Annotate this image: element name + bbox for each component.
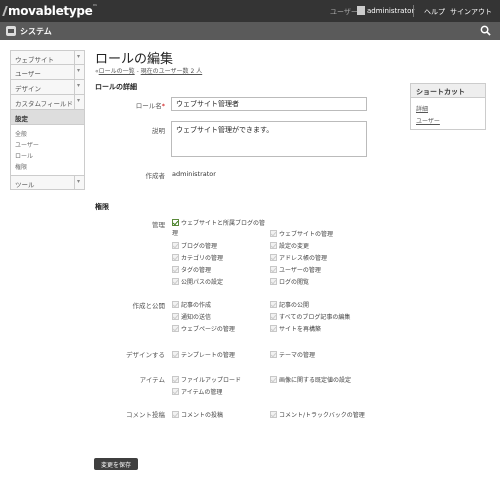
perm-checkbox[interactable]: コメント/トラックバックの管理 [270, 410, 365, 419]
perm-checkbox[interactable]: ログの閲覧 [270, 277, 309, 286]
perm-checkbox[interactable]: 記事の作成 [172, 300, 211, 309]
settings-submenu: 全般 ユーザー ロール 権限 [10, 125, 85, 175]
chevron-down-icon[interactable] [74, 65, 84, 79]
checkbox[interactable] [270, 376, 277, 383]
perm-group-design: デザインする [126, 351, 165, 359]
user-label: ユーザー [330, 8, 358, 16]
checkbox[interactable] [172, 325, 179, 332]
role-list-link[interactable]: ロールの一覧 [99, 68, 135, 75]
checkbox[interactable] [172, 376, 179, 383]
perm-checkbox[interactable]: カテゴリの管理 [172, 253, 223, 262]
avatar-icon [357, 6, 365, 15]
checkbox[interactable] [172, 301, 179, 308]
checkbox[interactable] [270, 254, 277, 261]
description-textarea[interactable]: ウェブサイト管理ができます。 [171, 121, 367, 157]
checkbox[interactable] [172, 266, 179, 273]
save-button[interactable]: 変更を保存 [94, 458, 138, 470]
sidebar-item-website[interactable]: ウェブサイト [10, 50, 85, 65]
perm-checkbox[interactable]: アイテムの管理 [172, 387, 222, 396]
divider [413, 5, 414, 17]
perm-checkbox[interactable]: テンプレートの管理 [172, 350, 235, 359]
sidebar-subitem-users[interactable]: ユーザー [15, 140, 80, 151]
perm-checkbox[interactable]: ファイルアップロード [172, 375, 241, 384]
shortcut-panel: ショートカット 詳細 ユーザー [410, 83, 486, 130]
checkbox[interactable] [270, 351, 277, 358]
checkbox[interactable] [172, 278, 179, 285]
perm-checkbox[interactable]: すべてのブログ記事の編集 [270, 312, 350, 321]
role-name-label: ロール名* [135, 102, 165, 110]
perm-checkbox[interactable]: ウェブサイトの管理 [270, 229, 333, 238]
chevron-down-icon[interactable] [74, 95, 84, 109]
checkbox[interactable] [270, 313, 277, 320]
scope-bar: システム [0, 22, 500, 40]
section-heading-permissions: 権限 [95, 203, 109, 211]
sidebar-menu: ウェブサイト ユーザー デザイン カスタムフィールド 設定 全般 ユーザー ロー… [10, 50, 85, 190]
shortcut-link-details[interactable]: 詳細 [416, 104, 428, 113]
sidebar-item-settings[interactable]: 設定 [10, 110, 85, 125]
breadcrumb: «ロールの一覧 - 現在のユーザー数 2 人 [95, 68, 203, 75]
system-icon [6, 26, 16, 36]
checkbox[interactable] [270, 411, 277, 418]
sidebar-subitem-general[interactable]: 全般 [15, 129, 80, 140]
chevron-down-icon[interactable] [74, 51, 84, 65]
sidebar-item-custom-fields[interactable]: カスタムフィールド [10, 95, 85, 110]
checkbox[interactable] [270, 242, 277, 249]
checkbox-checked[interactable] [172, 219, 179, 226]
checkbox[interactable] [270, 230, 277, 237]
checkbox[interactable] [172, 388, 179, 395]
perm-checkbox[interactable]: テーマの管理 [270, 350, 315, 359]
checkbox[interactable] [270, 325, 277, 332]
creator-value: administrator [172, 170, 216, 178]
chevron-down-icon[interactable] [74, 176, 84, 190]
perm-group-manage: 管理 [152, 221, 165, 229]
sidebar-item-users[interactable]: ユーザー [10, 65, 85, 80]
creator-label: 作成者 [145, 172, 166, 180]
search-icon[interactable] [480, 25, 491, 36]
perm-group-create: 作成と公開 [132, 302, 166, 310]
checkbox[interactable] [270, 301, 277, 308]
shortcut-title: ショートカット [411, 84, 485, 98]
checkbox[interactable] [172, 313, 179, 320]
checkbox[interactable] [172, 411, 179, 418]
perm-group-items: アイテム [139, 376, 165, 384]
sidebar-subitem-permissions[interactable]: 権限 [15, 162, 80, 173]
signout-link[interactable]: サインアウト [450, 7, 492, 17]
top-bar: movabletype™ ユーザー administrator ヘルプ サインア… [0, 0, 500, 22]
page-title: ロールの編集 [95, 52, 174, 67]
perm-checkbox[interactable]: サイトを再構築 [270, 324, 321, 333]
checkbox[interactable] [270, 278, 277, 285]
section-heading-details: ロールの詳細 [95, 83, 137, 91]
perm-checkbox[interactable]: 記事の公開 [270, 300, 309, 309]
chevron-down-icon[interactable] [74, 80, 84, 94]
checkbox[interactable] [172, 254, 179, 261]
role-name-input[interactable] [171, 97, 367, 111]
perm-checkbox[interactable]: 通知の送信 [172, 312, 211, 321]
sidebar-item-design[interactable]: デザイン [10, 80, 85, 95]
user-name-link[interactable]: administrator [367, 7, 414, 15]
perm-checkbox[interactable]: 画像に関する既定値の設定 [270, 375, 351, 384]
help-link[interactable]: ヘルプ [424, 7, 445, 17]
checkbox[interactable] [172, 351, 179, 358]
perm-checkbox[interactable]: コメントの投稿 [172, 410, 223, 419]
checkbox[interactable] [172, 242, 179, 249]
perm-checkbox[interactable]: 設定の変更 [270, 241, 309, 250]
perm-checkbox[interactable]: ウェブページの管理 [172, 324, 235, 333]
sidebar-subitem-roles[interactable]: ロール [15, 151, 80, 162]
sidebar-item-tools[interactable]: ツール [10, 175, 85, 190]
perm-checkbox[interactable]: タグの管理 [172, 265, 211, 274]
app-logo[interactable]: movabletype™ [8, 4, 97, 18]
perm-group-comment: コメント投稿 [126, 411, 165, 419]
checkbox[interactable] [270, 266, 277, 273]
perm-checkbox[interactable]: ユーザーの管理 [270, 265, 321, 274]
perm-checkbox[interactable]: ウェブサイトと所属ブログの管理 [172, 219, 267, 239]
user-count-link[interactable]: 現在のユーザー数 2 人 [141, 68, 203, 75]
perm-checkbox[interactable]: ブログの管理 [172, 241, 217, 250]
perm-checkbox[interactable]: アドレス帳の管理 [270, 253, 327, 262]
scope-title[interactable]: システム [20, 26, 52, 37]
perm-checkbox[interactable]: 公開パスの設定 [172, 277, 223, 286]
description-label: 説明 [152, 127, 165, 135]
shortcut-link-users[interactable]: ユーザー [416, 116, 440, 125]
